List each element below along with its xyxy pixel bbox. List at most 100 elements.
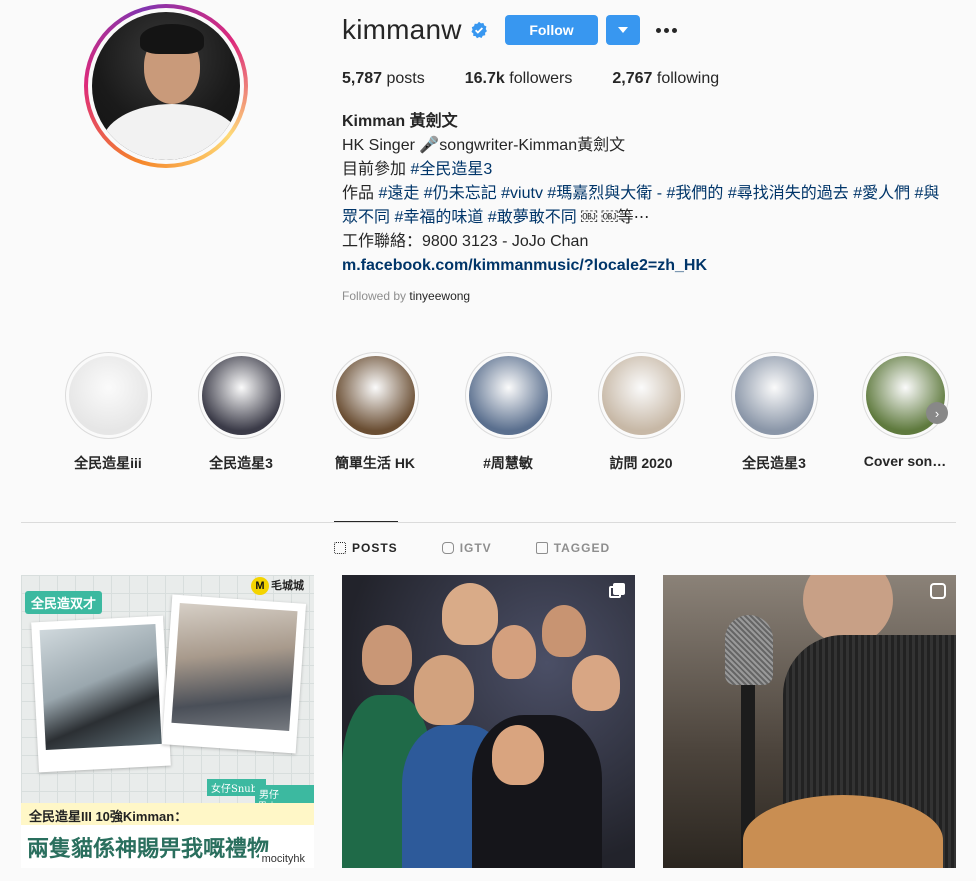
profile-stats: 5,787 posts 16.7k followers 2,767 follow… (342, 70, 759, 88)
followed-by-user-link[interactable]: tinyeewong (409, 289, 470, 303)
highlight-cover (601, 356, 681, 435)
story-highlight[interactable]: 全民造星3 (728, 352, 820, 473)
logo-text: 毛城城 (271, 580, 304, 592)
profile-full-name: Kimman 黃劍文 (342, 113, 458, 130)
profile-bio: Kimman 黃劍文 HK Singer 🎤songwriter-Kimman黃… (342, 110, 962, 278)
highlight-cover (335, 356, 415, 435)
post-badge: 全民造双才 (25, 591, 103, 614)
highlight-ring (597, 352, 685, 439)
highlight-label: #周慧敏 (483, 455, 533, 471)
highlight-label: 全民造星3 (209, 455, 273, 471)
bio-website-link[interactable]: m.facebook.com/kimmanmusic/?locale2=zh_H… (342, 254, 962, 278)
bio-text: ￼ ￼等⋯ (581, 209, 650, 226)
username: kimmanw (342, 14, 462, 45)
post-thumbnail[interactable] (342, 575, 635, 868)
bio-text: 作品 (342, 185, 379, 202)
highlight-label: 全民造星3 (742, 455, 806, 471)
more-dot-icon (663, 27, 669, 33)
photo-content (39, 624, 162, 750)
tab-igtv-label: IGTV (459, 541, 492, 555)
following-count-value: 2,767 (612, 70, 653, 87)
bio-line: 眾不同 #幸福的味道 #敢夢敢不同 ￼ ￼等⋯ (342, 206, 962, 230)
tab-tagged[interactable]: TAGGED (535, 541, 611, 555)
photo-figure (362, 625, 412, 685)
followers-link[interactable]: 16.7k followers (465, 70, 573, 88)
highlight-cover (68, 356, 148, 435)
more-options-button[interactable] (654, 18, 678, 42)
carousel-icon (609, 583, 625, 599)
story-highlight[interactable]: 簡單生活 HK (329, 352, 421, 473)
post-thumbnail[interactable] (663, 575, 956, 868)
hashtag-links[interactable]: #遠走 #仍未忘記 #viutv #瑪嘉烈與大衛 - #我們的 #尋找消失的過去… (378, 185, 939, 202)
highlight-ring (861, 352, 949, 439)
photo-figure (414, 655, 474, 725)
story-highlight[interactable]: 訪問 2020 (595, 352, 687, 473)
bio-text: 目前參加 (342, 161, 411, 178)
highlight-ring (197, 352, 285, 439)
igtv-icon (441, 542, 454, 554)
story-highlight[interactable]: #周慧敏 (462, 352, 554, 473)
story-highlight[interactable]: 全民造星3 (195, 352, 287, 473)
avatar-hair (140, 24, 204, 54)
highlight-ring (730, 352, 818, 439)
photo-figure (492, 625, 536, 679)
tagged-user-icon (535, 542, 548, 554)
avatar-inner (88, 8, 244, 164)
highlight-label: 訪問 2020 (609, 455, 673, 471)
post-thumbnail[interactable]: 全民造双才 M毛城城 女仔Snubs 男仔Tripper 全民造星III 10強… (21, 575, 314, 868)
highlight-cover (201, 356, 281, 435)
profile-tabs: POSTS IGTV TAGGED (334, 541, 654, 555)
microphone-icon (725, 615, 773, 685)
tab-posts[interactable]: POSTS (334, 541, 398, 555)
tab-tagged-label: TAGGED (553, 541, 611, 555)
verified-badge-icon (471, 21, 487, 39)
chevron-down-icon (618, 27, 628, 33)
photo-figure (442, 583, 498, 645)
tab-igtv[interactable]: IGTV (441, 541, 492, 555)
polaroid-photo (31, 615, 171, 773)
igtv-icon (930, 583, 946, 599)
bio-line: 作品 #遠走 #仍未忘記 #viutv #瑪嘉烈與大衛 - #我們的 #尋找消失… (342, 182, 962, 206)
tabs-divider (21, 522, 956, 523)
post-credit: mocityhk (258, 852, 308, 866)
avatar-photo (92, 12, 240, 160)
following-link[interactable]: 2,767 following (612, 70, 719, 88)
bio-line: HK Singer 🎤songwriter-Kimman黃劍文 (342, 137, 626, 154)
chevron-right-icon[interactable]: › (926, 402, 948, 424)
bio-line: 目前參加 #全民造星3 (342, 158, 962, 182)
mocity-logo: M 毛城城 (251, 577, 304, 595)
follow-button[interactable]: Follow (505, 15, 598, 45)
highlight-cover (734, 356, 814, 435)
photo-figure (492, 725, 544, 785)
logo-mark: M (251, 577, 269, 595)
tab-posts-label: POSTS (352, 541, 398, 555)
active-tab-indicator (334, 521, 398, 522)
hashtag-link[interactable]: #全民造星3 (410, 161, 492, 178)
photo-figure (572, 655, 620, 711)
photo-content (171, 603, 298, 731)
hashtag-links[interactable]: 眾不同 #幸福的味道 #敢夢敢不同 (342, 209, 581, 226)
story-highlight[interactable]: 全民造星iii (62, 352, 154, 473)
highlight-ring (464, 352, 552, 439)
following-count-label: following (656, 70, 720, 87)
bio-line: 工作聯絡：9800 3123 - JoJo Chan (342, 233, 589, 250)
suggested-dropdown-button[interactable] (606, 15, 640, 45)
highlight-ring (331, 352, 419, 439)
polaroid-photo (161, 594, 307, 754)
profile-avatar[interactable] (84, 4, 248, 168)
avatar-shirt (102, 104, 240, 160)
followed-by: Followed by tinyeewong (342, 289, 470, 303)
posts-count: 5,787 posts (342, 70, 425, 88)
highlight-cover (468, 356, 548, 435)
highlight-label: Cover son… (863, 453, 947, 469)
posts-count-value: 5,787 (342, 70, 383, 87)
highlight-ring (64, 352, 152, 439)
followers-count-label: followers (509, 70, 573, 87)
grid-icon (334, 542, 346, 554)
username-row: kimmanw (342, 12, 488, 48)
followers-count-value: 16.7k (464, 70, 505, 87)
highlight-label: 全民造星iii (74, 455, 142, 471)
more-dot-icon (655, 27, 661, 33)
more-dot-icon (671, 27, 677, 33)
photo-figure (542, 605, 586, 657)
